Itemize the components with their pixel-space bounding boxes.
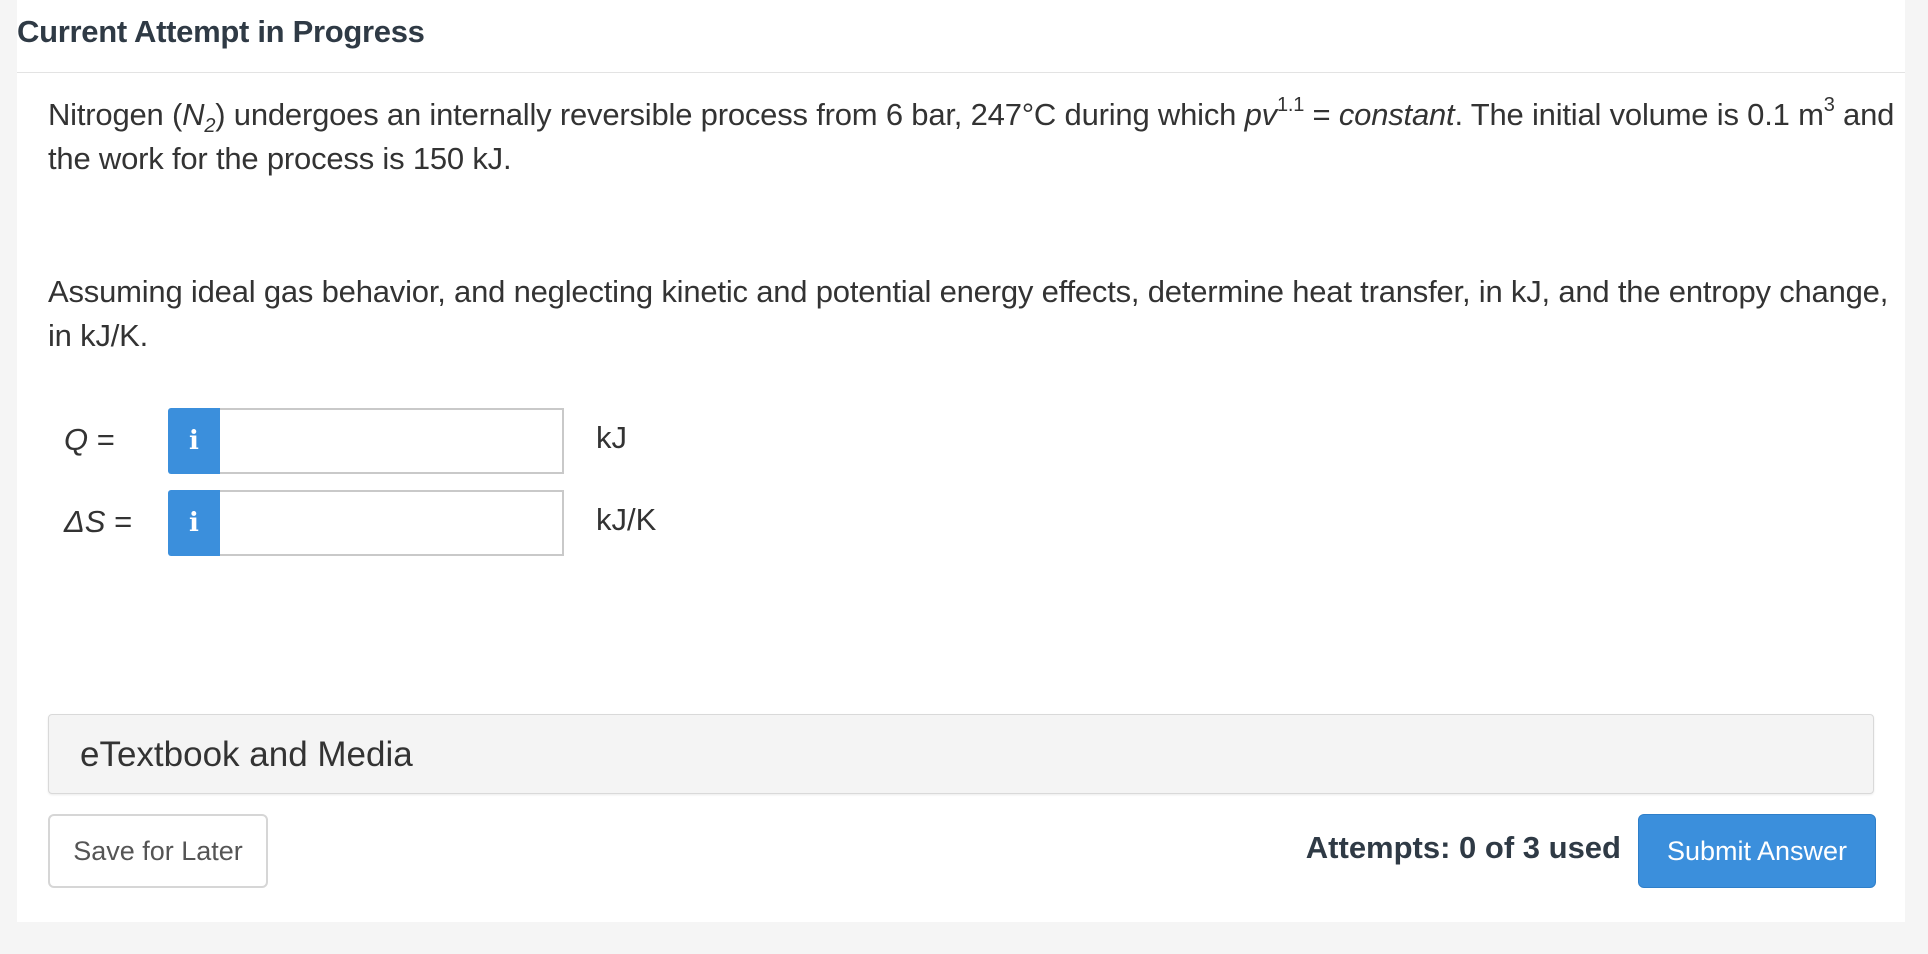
answer-label-q-eq: = — [88, 422, 115, 457]
problem-instructions: Assuming ideal gas behavior, and neglect… — [48, 274, 1889, 353]
submit-answer-button[interactable]: Submit Answer — [1638, 814, 1876, 888]
problem-text-prefix: Nitrogen ( — [48, 97, 183, 132]
pv-exponent: 1.1 — [1276, 93, 1305, 116]
answer-label-ds-eq: = — [105, 504, 133, 539]
unit-label-kj: kJ — [596, 420, 627, 455]
entropy-change-input[interactable] — [220, 490, 564, 556]
etextbook-media-title: eTextbook and Media — [80, 735, 413, 774]
pv-term: pv — [1244, 97, 1278, 132]
heat-transfer-input[interactable] — [220, 408, 564, 474]
header-divider — [17, 72, 1905, 73]
problem-text-rest: . The initial volume is 0.1 m — [1454, 97, 1824, 132]
formula-subscript: 2 — [204, 115, 216, 138]
equals-sign: = — [1304, 97, 1339, 132]
answer-label-ds-var: ΔS — [64, 504, 106, 539]
question-card: Current Attempt in Progress Nitrogen (N2… — [17, 0, 1905, 922]
answer-row-heat: Q = i kJ — [64, 408, 764, 474]
page-title: Current Attempt in Progress — [17, 14, 425, 49]
etextbook-media-panel[interactable]: eTextbook and Media — [48, 714, 1874, 794]
constant-term: constant — [1338, 97, 1455, 132]
problem-statement: Nitrogen (N2) undergoes an internally re… — [48, 93, 1898, 181]
unit-label-kjk: kJ/K — [596, 502, 657, 537]
info-icon[interactable]: i — [168, 408, 220, 474]
formula-n: N — [182, 97, 205, 132]
answer-row-entropy: ΔS = i kJ/K — [64, 490, 764, 556]
problem-text-mid: ) undergoes an internally reversible pro… — [215, 97, 1245, 132]
attempts-counter: Attempts: 0 of 3 used — [1305, 830, 1621, 865]
answer-label-ds: ΔS = — [64, 504, 132, 540]
answer-label-q: Q = — [64, 422, 115, 458]
info-icon[interactable]: i — [168, 490, 220, 556]
cube-exponent: 3 — [1823, 93, 1835, 116]
save-for-later-button[interactable]: Save for Later — [48, 814, 268, 888]
answer-label-q-var: Q — [64, 422, 89, 457]
